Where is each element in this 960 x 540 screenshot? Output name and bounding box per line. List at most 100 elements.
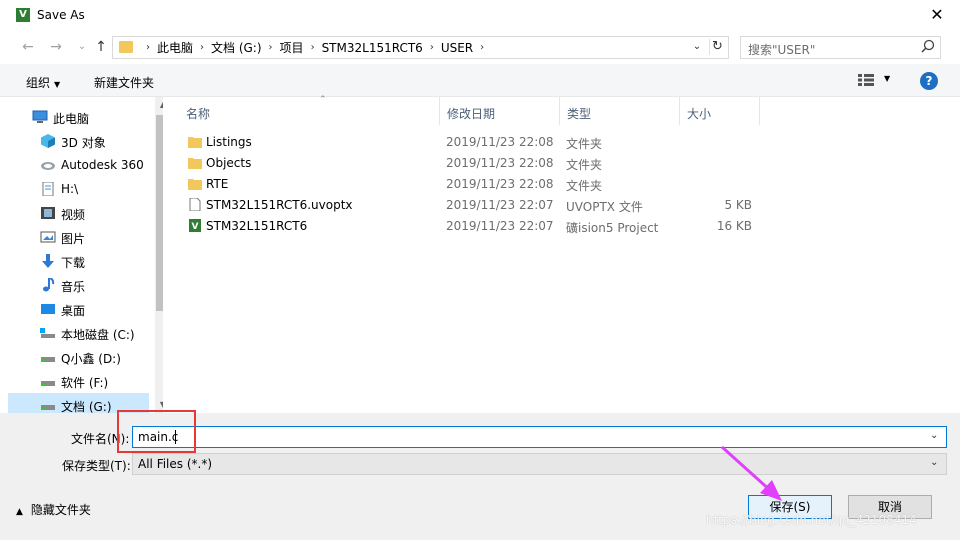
search-placeholder: 搜索"USER" bbox=[748, 43, 816, 57]
file-date: 2019/11/23 22:08 bbox=[446, 135, 554, 149]
sidebar-item-desktop[interactable]: 桌面 bbox=[8, 297, 149, 321]
folder-icon bbox=[188, 158, 202, 169]
address-bar[interactable]: › 此电脑 › 文档 (G:) › 项目 › STM32L151RCT6 › U… bbox=[112, 36, 729, 59]
sidebar-item-drive-c[interactable]: 本地磁盘 (C:) bbox=[8, 321, 149, 345]
computer-icon bbox=[32, 110, 48, 123]
navigation-bar: ← → ⌄ ↑ › 此电脑 › 文档 (G:) › 项目 › STM32L151… bbox=[0, 30, 960, 64]
column-header-label: 类型 bbox=[567, 107, 592, 121]
file-type: UVOPTX 文件 bbox=[566, 200, 643, 214]
music-icon bbox=[43, 278, 55, 292]
sidebar-item-this-pc[interactable]: 此电脑 bbox=[8, 105, 149, 129]
column-header-type[interactable]: 类型 bbox=[560, 97, 680, 125]
folder-icon bbox=[188, 137, 202, 148]
sidebar-item-label: 视频 bbox=[61, 208, 86, 222]
hide-folders-toggle[interactable]: ▲ 隐藏文件夹 bbox=[16, 501, 91, 518]
file-size: 5 KB bbox=[724, 198, 752, 212]
sidebar-item-videos[interactable]: 视频 bbox=[8, 201, 149, 225]
column-header-name[interactable]: 名称 ⌃ bbox=[179, 95, 440, 125]
sidebar-scrollbar[interactable]: ▲ ▼ bbox=[155, 97, 163, 413]
scrollbar-thumb[interactable] bbox=[156, 115, 163, 311]
breadcrumb-separator: › bbox=[480, 42, 485, 53]
organize-label: 组织 bbox=[26, 76, 51, 90]
filetype-value: All Files (*.*) bbox=[138, 457, 213, 471]
picture-icon bbox=[40, 231, 56, 243]
forward-button[interactable]: → bbox=[48, 38, 64, 56]
command-bar: 组织 ▼ 新建文件夹 ▼ ? bbox=[0, 64, 960, 97]
chevron-up-icon: ▲ bbox=[16, 507, 23, 517]
sidebar-item-label: 软件 (F:) bbox=[61, 376, 109, 390]
sidebar-item-3d-objects[interactable]: 3D 对象 bbox=[8, 129, 149, 153]
sidebar-item-music[interactable]: 音乐 bbox=[8, 273, 149, 297]
table-row[interactable]: V STM32L151RCT6 2019/11/23 22:07 礦ision5… bbox=[179, 215, 779, 236]
sidebar-item-h-drive[interactable]: H:\ bbox=[8, 177, 149, 201]
table-row[interactable]: Listings 2019/11/23 22:08 文件夹 bbox=[179, 131, 779, 152]
breadcrumb-item[interactable]: STM32L151RCT6 bbox=[322, 41, 423, 55]
recent-locations-button[interactable]: ⌄ bbox=[74, 38, 90, 56]
file-date: 2019/11/23 22:07 bbox=[446, 219, 554, 233]
filename-field[interactable]: main.c ⌄ bbox=[132, 426, 947, 448]
column-header-label: 名称 bbox=[186, 107, 211, 121]
sidebar-item-drive-f[interactable]: 软件 (F:) bbox=[8, 369, 149, 393]
file-date: 2019/11/23 22:07 bbox=[446, 198, 554, 212]
cloud-icon bbox=[41, 162, 55, 170]
drive-icon bbox=[41, 381, 55, 386]
sort-ascending-icon: ⌃ bbox=[319, 95, 327, 105]
sidebar-item-label: 文档 (G:) bbox=[61, 400, 112, 413]
breadcrumb-item[interactable]: 此电脑 bbox=[157, 39, 193, 56]
download-icon bbox=[42, 254, 54, 268]
organize-menu[interactable]: 组织 ▼ bbox=[26, 74, 60, 91]
breadcrumb-item[interactable]: 项目 bbox=[280, 39, 304, 56]
search-icon[interactable] bbox=[919, 38, 937, 56]
sidebar-item-downloads[interactable]: 下载 bbox=[8, 249, 149, 273]
breadcrumb-item[interactable]: USER bbox=[441, 41, 473, 55]
column-header-date[interactable]: 修改日期 bbox=[440, 97, 560, 125]
navigation-pane: 此电脑 3D 对象 Autodesk 360 H:\ 视频 图片 下载 音乐 桌… bbox=[8, 97, 163, 413]
sidebar-item-label: 音乐 bbox=[61, 280, 86, 294]
chevron-down-icon[interactable]: ⌄ bbox=[930, 457, 938, 468]
table-row[interactable]: RTE 2019/11/23 22:08 文件夹 bbox=[179, 173, 779, 194]
document-icon bbox=[42, 182, 54, 196]
sidebar-item-label: 此电脑 bbox=[53, 112, 90, 126]
back-button[interactable]: ← bbox=[20, 38, 36, 56]
search-input[interactable]: 搜索"USER" bbox=[740, 36, 941, 59]
sidebar-item-pictures[interactable]: 图片 bbox=[8, 225, 149, 249]
column-header-label: 大小 bbox=[687, 107, 712, 121]
view-caret-icon[interactable]: ▼ bbox=[884, 74, 890, 83]
chevron-down-icon[interactable]: ⌄ bbox=[930, 430, 938, 441]
filetype-select[interactable]: All Files (*.*) ⌄ bbox=[132, 453, 947, 475]
title-bar: V Save As ✕ bbox=[0, 0, 960, 30]
breadcrumb-item[interactable]: 文档 (G:) bbox=[211, 39, 262, 56]
file-name: Listings bbox=[206, 135, 252, 149]
folder-icon bbox=[119, 41, 133, 53]
refresh-icon[interactable]: ↻ bbox=[709, 39, 725, 55]
drive-icon bbox=[41, 405, 55, 410]
sidebar-item-label: 图片 bbox=[61, 232, 86, 246]
scroll-up-icon[interactable]: ▲ bbox=[155, 97, 163, 113]
sidebar-item-drive-d[interactable]: Q小鑫 (D:) bbox=[8, 345, 149, 369]
table-row[interactable]: STM32L151RCT6.uvoptx 2019/11/23 22:07 UV… bbox=[179, 194, 779, 215]
view-options-icon[interactable] bbox=[858, 74, 874, 86]
breadcrumb-separator: › bbox=[146, 42, 150, 53]
app-icon: V bbox=[16, 8, 30, 22]
file-icon bbox=[189, 198, 201, 211]
save-form: 文件名(N): main.c ⌄ 保存类型(T): All Files (*.*… bbox=[0, 410, 960, 540]
chevron-down-icon[interactable]: ⌄ bbox=[689, 39, 705, 55]
breadcrumb-separator: › bbox=[310, 42, 315, 53]
window-title: Save As bbox=[37, 8, 85, 22]
file-name: STM32L151RCT6 bbox=[206, 219, 308, 233]
file-type: 礦ision5 Project bbox=[566, 221, 659, 235]
up-button[interactable]: ↑ bbox=[93, 38, 109, 56]
caret-down-icon: ▼ bbox=[54, 80, 61, 89]
close-button[interactable]: ✕ bbox=[926, 4, 948, 26]
table-row[interactable]: Objects 2019/11/23 22:08 文件夹 bbox=[179, 152, 779, 173]
filetype-label: 保存类型(T): bbox=[62, 459, 131, 473]
column-header-size[interactable]: 大小 bbox=[680, 97, 760, 125]
watermark: https://blog.csdn.net/qq_42108414 bbox=[706, 513, 917, 527]
sidebar-item-autodesk-360[interactable]: Autodesk 360 bbox=[8, 153, 149, 177]
help-icon[interactable]: ? bbox=[920, 72, 938, 90]
file-date: 2019/11/23 22:08 bbox=[446, 156, 554, 170]
file-name: STM32L151RCT6.uvoptx bbox=[206, 198, 353, 212]
new-folder-button[interactable]: 新建文件夹 bbox=[94, 74, 154, 91]
desktop-icon bbox=[41, 304, 55, 314]
sidebar-item-label: 桌面 bbox=[61, 304, 86, 318]
